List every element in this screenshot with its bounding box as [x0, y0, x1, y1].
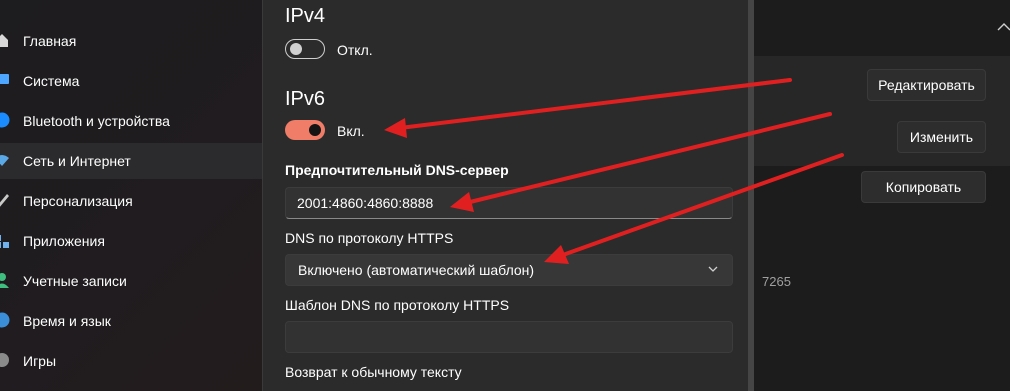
sidebar-item-label: Сеть и Интернет [23, 153, 131, 169]
change-button[interactable]: Изменить [897, 121, 986, 153]
ipv4-heading: IPv4 [285, 5, 326, 27]
edit-button[interactable]: Редактировать [867, 69, 986, 101]
globe-icon [0, 312, 10, 328]
chevron-up-icon[interactable] [997, 22, 1010, 32]
brush-icon [0, 194, 9, 207]
toggle-knob [309, 124, 321, 136]
sidebar-item-label: Время и язык [23, 313, 111, 329]
sidebar-item-home[interactable]: Главная [0, 23, 262, 59]
ipv6-toggle[interactable] [285, 120, 325, 140]
fallback-label: Возврат к обычному тексту [285, 364, 462, 380]
doh-selected-value: Включено (автоматический шаблон) [298, 262, 535, 278]
sidebar: Главная Система Bluetooth и устройства С… [0, 0, 262, 391]
background-value: 7265 [762, 274, 791, 289]
ipv4-toggle-label: Откл. [337, 42, 373, 58]
copy-button[interactable]: Копировать [861, 171, 986, 203]
wifi-icon [0, 155, 9, 166]
sidebar-item-label: Главная [23, 33, 77, 49]
sidebar-item-label: Bluetooth и устройства [23, 113, 170, 129]
sidebar-item-personalization[interactable]: Персонализация [0, 183, 262, 219]
preferred-dns-value: 2001:4860:4860:8888 [297, 195, 434, 211]
home-icon [0, 34, 8, 47]
account-icon [0, 273, 9, 288]
sidebar-item-label: Приложения [23, 233, 105, 249]
sidebar-item-label: Учетные записи [23, 273, 127, 289]
doh-label: DNS по протоколу HTTPS [285, 230, 454, 246]
sidebar-item-apps[interactable]: Приложения [0, 223, 262, 259]
sidebar-item-accounts[interactable]: Учетные записи [0, 263, 262, 299]
chevron-down-icon [708, 266, 718, 272]
sidebar-item-label: Игры [23, 353, 57, 369]
game-icon [0, 353, 9, 367]
sidebar-item-system[interactable]: Система [0, 63, 262, 99]
sidebar-item-gaming[interactable]: Игры [0, 343, 262, 379]
dialog-scrollbar[interactable] [748, 0, 754, 391]
ipv4-toggle[interactable] [285, 39, 325, 59]
ipv6-heading: IPv6 [285, 88, 326, 110]
sidebar-item-time-language[interactable]: Время и язык [0, 303, 262, 339]
doh-template-input[interactable] [285, 321, 733, 353]
preferred-dns-input[interactable]: 2001:4860:4860:8888 [285, 187, 733, 219]
preferred-dns-label: Предпочтительный DNS-сервер [285, 162, 509, 178]
sidebar-item-label: Персонализация [23, 193, 133, 209]
settings-window: Главная Система Bluetooth и устройства С… [0, 0, 1010, 391]
sidebar-item-bluetooth[interactable]: Bluetooth и устройства [0, 103, 262, 139]
apps-icon [0, 235, 9, 248]
doh-template-label: Шаблон DNS по протоколу HTTPS [285, 297, 510, 313]
bluetooth-icon [0, 112, 10, 128]
sidebar-item-label: Система [23, 73, 80, 89]
toggle-knob [290, 43, 302, 55]
monitor-icon [0, 74, 9, 84]
ipv6-toggle-label: Вкл. [337, 123, 365, 139]
doh-select[interactable]: Включено (автоматический шаблон) [285, 254, 733, 286]
sidebar-item-network[interactable]: Сеть и Интернет [0, 143, 262, 179]
